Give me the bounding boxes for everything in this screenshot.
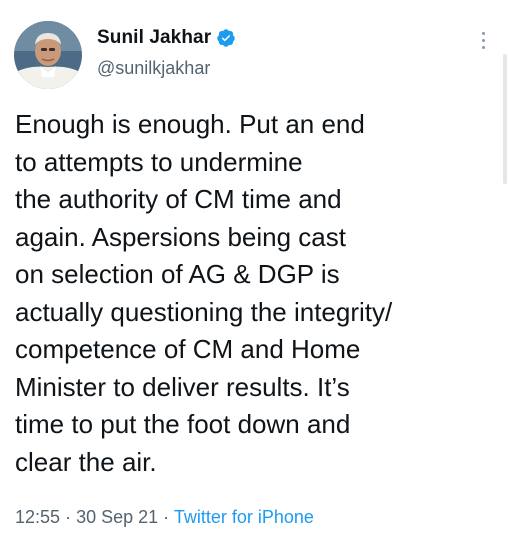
tweet-source-link[interactable]: Twitter for iPhone bbox=[174, 507, 314, 527]
tweet-text-line: to attempts to undermine bbox=[15, 146, 303, 177]
tweet-text-line: clear the air. bbox=[15, 446, 157, 477]
tweet-text-line: Enough is enough. Put an end bbox=[15, 109, 365, 139]
avatar[interactable] bbox=[14, 21, 82, 89]
tweet-text-line: on selection of AG & DGP is bbox=[15, 259, 340, 289]
tweet-card: Sunil Jakhar @sunilkjakhar Enough is eno… bbox=[0, 0, 508, 548]
tweet-date[interactable]: 30 Sep 21 bbox=[76, 507, 158, 527]
tweet-text-line: time to put the foot down and bbox=[15, 409, 351, 439]
tweet-text-line: competence of CM and Home bbox=[15, 334, 361, 364]
avatar-image bbox=[14, 21, 82, 89]
tweet-metadata: 12:55 · 30 Sep 21 · Twitter for iPhone bbox=[15, 507, 314, 528]
scrollbar[interactable] bbox=[503, 54, 507, 184]
verified-badge-icon bbox=[216, 28, 236, 48]
tweet-time[interactable]: 12:55 bbox=[15, 507, 60, 527]
meta-separator: · bbox=[65, 507, 72, 527]
author-name-row[interactable]: Sunil Jakhar bbox=[97, 26, 236, 50]
author-handle[interactable]: @sunilkjakhar bbox=[97, 58, 210, 79]
tweet-text-line: the authority of CM time and bbox=[15, 184, 342, 214]
more-vertical-icon[interactable] bbox=[478, 32, 488, 54]
meta-separator: · bbox=[163, 507, 170, 527]
tweet-text-line: Minister to deliver results. It’s bbox=[15, 371, 350, 402]
tweet-text-line: again. Aspersions being cast bbox=[15, 221, 346, 252]
tweet-text: Enough is enough. Put an end to attempts… bbox=[15, 106, 485, 481]
author-display-name[interactable]: Sunil Jakhar bbox=[97, 27, 211, 49]
tweet-text-line: actually questioning the integrity/ bbox=[15, 296, 393, 327]
